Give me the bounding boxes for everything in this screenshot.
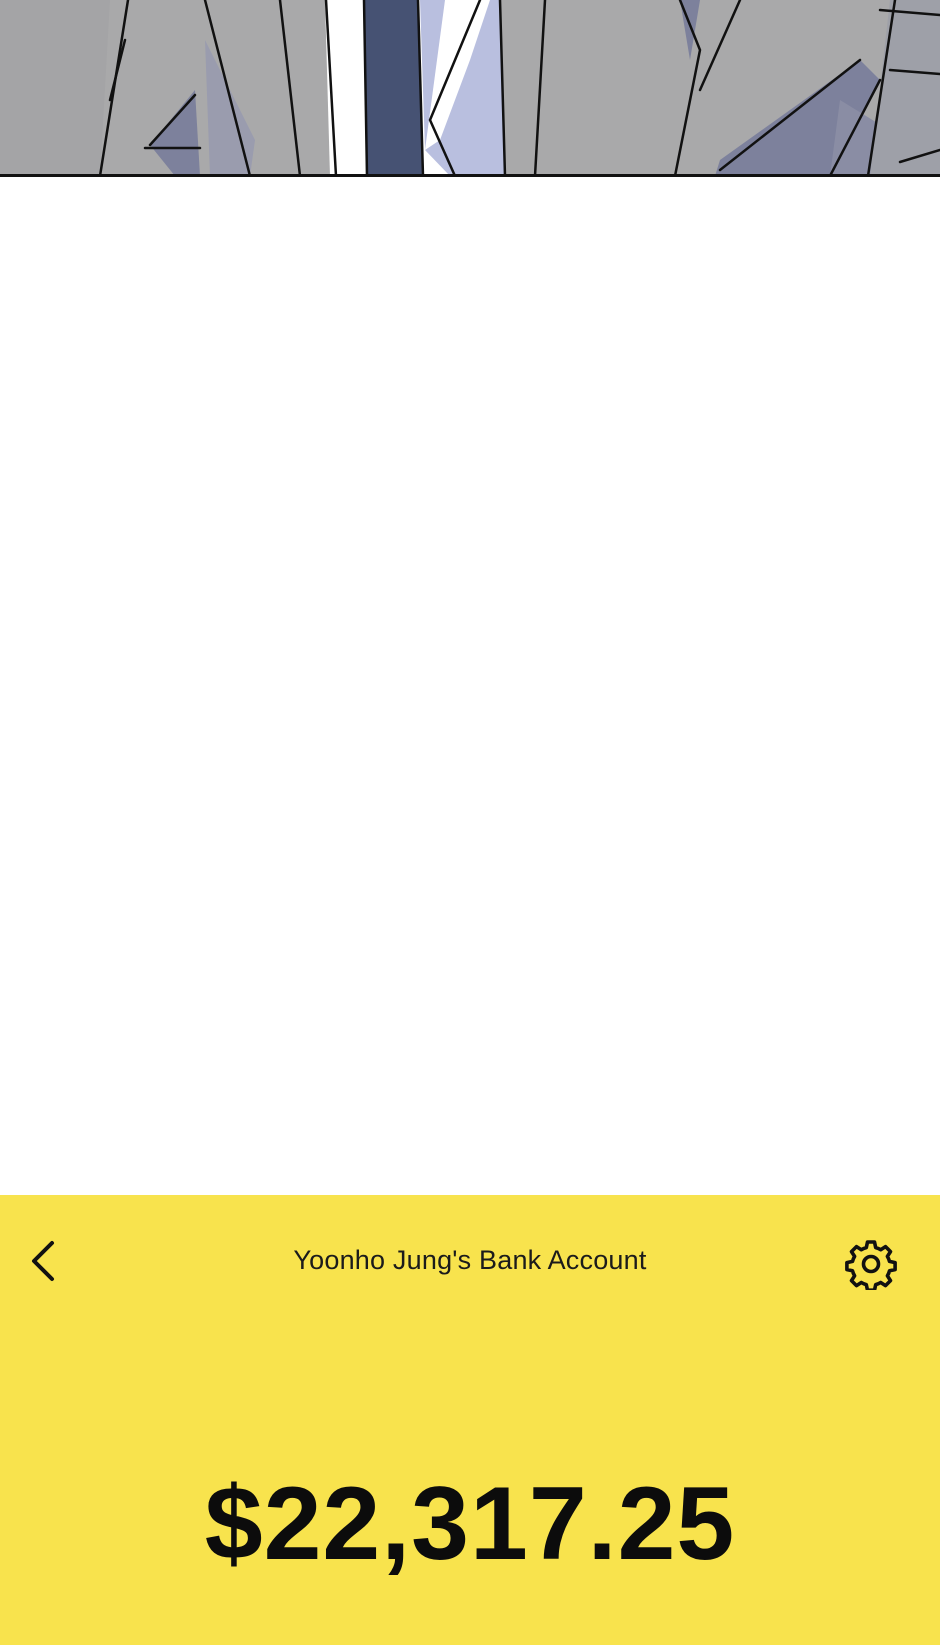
chevron-left-icon (32, 1241, 54, 1281)
settings-button[interactable] (840, 1233, 902, 1295)
page-title: Yoonho Jung's Bank Account (293, 1245, 647, 1275)
suit-illustration (0, 0, 940, 176)
comic-page: Yoonho Jung's Bank Account $22,317.25 (0, 0, 940, 1645)
gear-icon (845, 1240, 897, 1290)
suit-illustration-panel (0, 0, 940, 176)
panel-gutter (0, 177, 940, 1195)
bank-account-screen: Yoonho Jung's Bank Account $22,317.25 (0, 1195, 940, 1645)
back-button[interactable] (20, 1233, 68, 1289)
account-balance: $22,317.25 (204, 1466, 736, 1582)
